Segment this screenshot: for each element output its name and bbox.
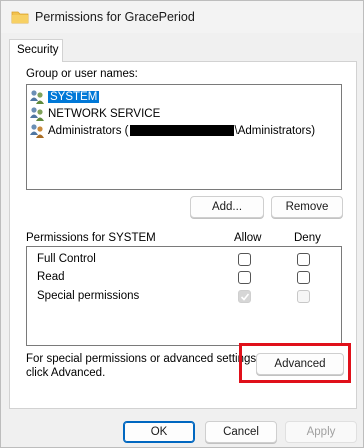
add-button[interactable]: Add... — [190, 196, 264, 218]
advanced-hint-line2: click Advanced. — [26, 367, 106, 379]
folder-icon — [11, 11, 29, 24]
list-item-system[interactable]: SYSTEM — [29, 88, 100, 105]
special-allow-checkbox — [238, 290, 251, 303]
remove-button[interactable]: Remove — [271, 196, 343, 218]
list-item-label: NETWORK SERVICE — [48, 107, 161, 120]
highlight-annotation — [239, 343, 351, 383]
list-item-network-service[interactable]: NETWORK SERVICE — [29, 105, 160, 122]
full-control-allow-checkbox[interactable] — [238, 253, 251, 266]
list-item-label: SYSTEM — [48, 90, 100, 103]
special-deny-checkbox — [297, 290, 310, 303]
advanced-hint-line1: For special permissions or advanced sett… — [26, 353, 260, 365]
users-icon — [30, 106, 44, 121]
users-icon — [30, 89, 44, 104]
list-item-label: Administrators ( \Administrators) — [48, 125, 315, 137]
admin-label-suffix: \Administrators) — [234, 124, 316, 137]
apply-button: Apply — [285, 421, 357, 443]
perm-label-special: Special permissions — [37, 290, 140, 302]
ok-button[interactable]: OK — [123, 421, 195, 443]
window-title: Permissions for GracePeriod — [35, 10, 195, 24]
advanced-hint: For special permissions or advanced sett… — [26, 352, 259, 380]
checkmark-icon — [240, 293, 250, 301]
list-item-administrators[interactable]: Administrators ( \Administrators) — [29, 122, 315, 139]
permissions-dialog: Permissions for GracePeriod Security Gro… — [0, 0, 364, 448]
permissions-header: Permissions for SYSTEM — [26, 232, 156, 244]
cancel-button[interactable]: Cancel — [205, 421, 277, 443]
read-deny-checkbox[interactable] — [297, 271, 310, 284]
perm-label-read: Read — [37, 271, 65, 283]
users-icon — [30, 123, 44, 138]
group-user-listbox[interactable]: SYSTEM NETWORK SERVICE Administrators ( \… — [26, 84, 342, 190]
tab-security[interactable]: Security — [9, 39, 63, 62]
allow-column-header: Allow — [234, 232, 262, 244]
read-allow-checkbox[interactable] — [238, 271, 251, 284]
admin-label-prefix: Administrators ( — [48, 124, 129, 137]
redacted-name — [129, 124, 234, 136]
permissions-list: Full Control Read Special permissions — [26, 246, 342, 346]
title-bar[interactable]: Permissions for GracePeriod — [1, 1, 363, 33]
group-names-label: Group or user names: — [26, 68, 138, 80]
deny-column-header: Deny — [294, 232, 321, 244]
perm-label-full-control: Full Control — [37, 253, 96, 265]
full-control-deny-checkbox[interactable] — [297, 253, 310, 266]
